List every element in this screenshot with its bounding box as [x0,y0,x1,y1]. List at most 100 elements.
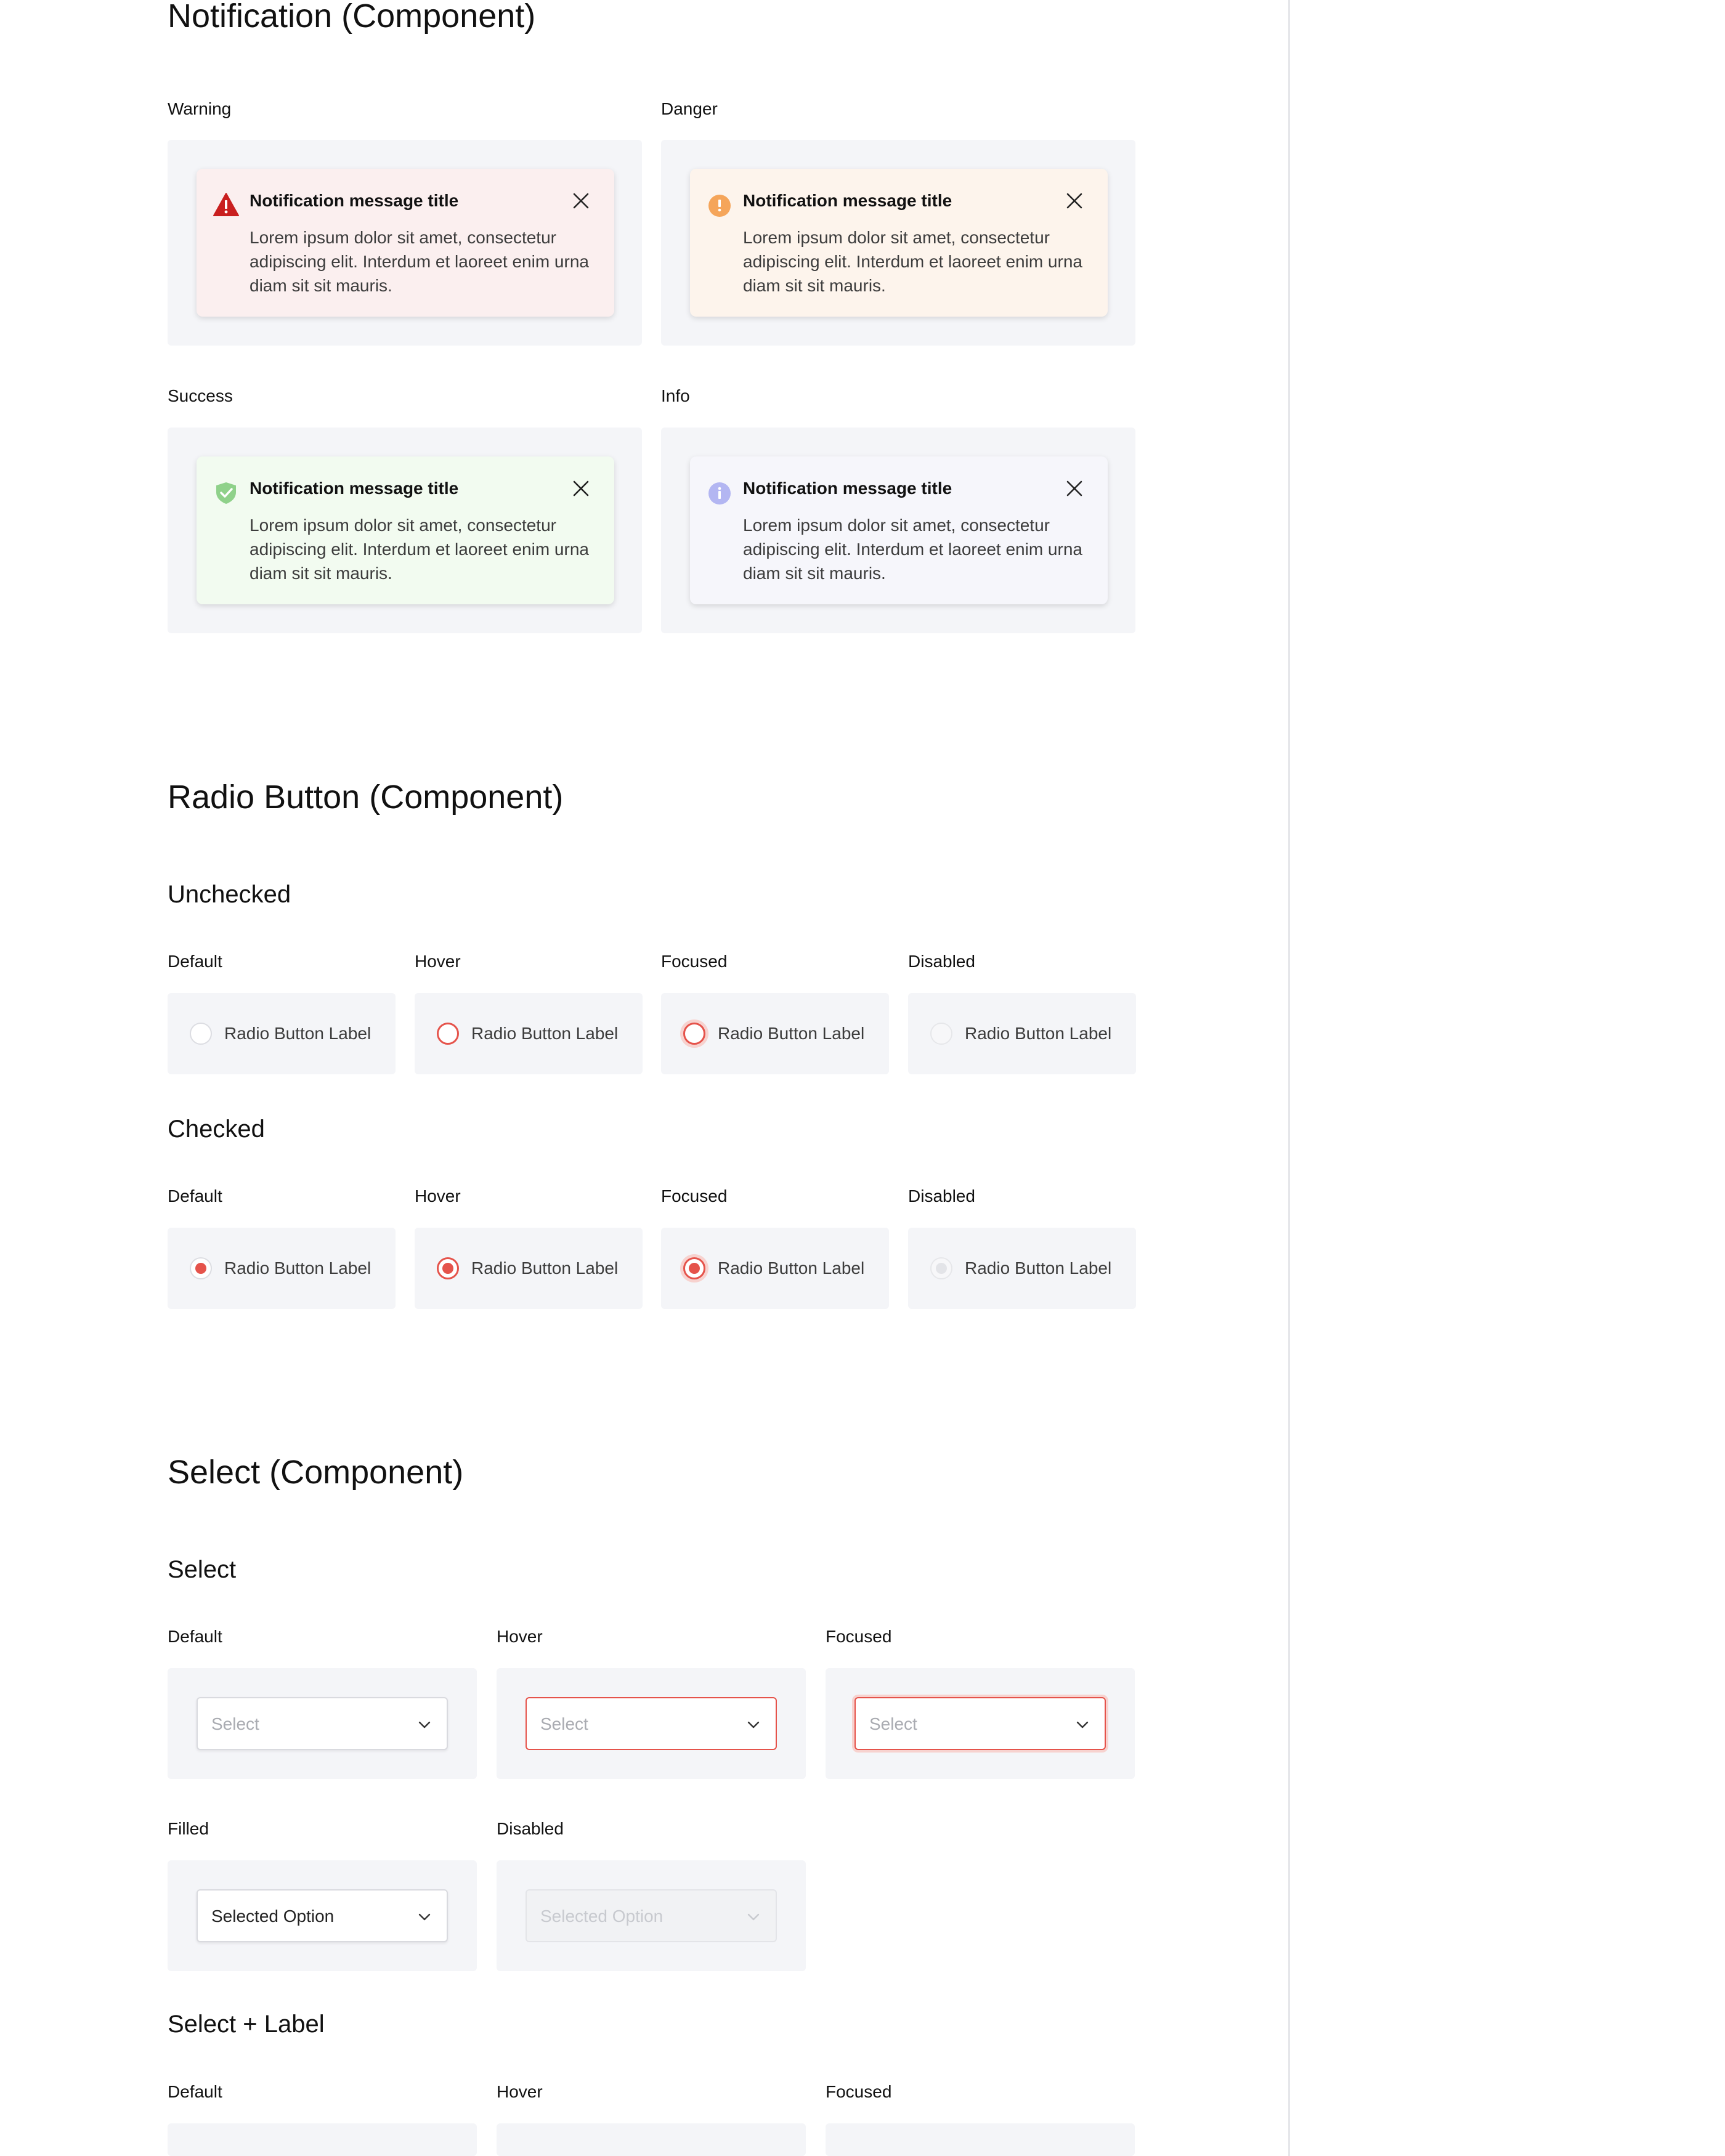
checked-title: Checked [168,1116,265,1143]
state-label: Hover [497,2082,543,2101]
state-label: Disabled [908,1186,975,1206]
select-label-hover-panel [497,2123,806,2156]
select-filled-panel: Selected Option [168,1860,477,1971]
radio-checked-disabled: Radio Button Label [908,1228,1136,1309]
select-value: Selected Option [540,1907,664,1926]
radio-checked-focused[interactable]: Radio Button Label [661,1228,889,1309]
radio-circle[interactable] [190,1257,212,1279]
select-dropdown: Selected Option [526,1889,777,1942]
select-placeholder: Select [211,1714,259,1733]
radio-dot [442,1263,453,1274]
close-icon[interactable] [1063,477,1086,500]
radio-unchecked-disabled: Radio Button Label [908,993,1136,1074]
state-label: Focused [661,1186,728,1206]
notification-title: Notification message title [250,191,459,210]
warning-triangle-icon [213,193,239,216]
chevron-down-icon [747,1721,760,1728]
select-label-focused-panel [826,2123,1135,2156]
danger-label: Danger [661,99,718,118]
notification-title: Notification message title [250,479,459,498]
radio-circle [930,1023,952,1045]
state-label: Focused [826,1627,892,1646]
shield-check-icon [216,482,236,504]
radio-heading: Radio Button (Component) [168,779,564,816]
radio-circle[interactable] [190,1023,212,1045]
select-dropdown[interactable]: Selected Option [197,1889,448,1942]
select-default-panel: Select [168,1668,477,1779]
info-notification: Notification message title Lorem ipsum d… [690,456,1108,604]
select-dropdown[interactable]: Select [526,1697,777,1750]
state-label: Focused [826,2082,892,2101]
state-label: Disabled [497,1819,564,1838]
radio-circle[interactable] [683,1257,705,1279]
radio-circle[interactable] [437,1023,459,1045]
state-label: Hover [415,1186,461,1206]
select-dropdown[interactable]: Select [197,1697,448,1750]
radio-label: Radio Button Label [471,1024,619,1043]
select-dropdown[interactable]: Select [854,1697,1106,1750]
info-label: Info [661,386,690,405]
danger-panel: Notification message title Lorem ipsum d… [661,140,1135,346]
page-divider [1288,0,1290,2156]
select-title: Select [168,1556,237,1583]
state-label: Default [168,952,222,971]
select-disabled-panel: Selected Option [497,1860,806,1971]
radio-label: Radio Button Label [471,1258,619,1278]
notification-title: Notification message title [743,479,952,498]
select-hover-panel: Select [497,1668,806,1779]
state-label: Default [168,2082,222,2101]
select-heading: Select (Component) [168,1454,464,1491]
select-focused-panel: Select [826,1668,1135,1779]
select-label-default-panel [168,2123,477,2156]
success-notification: Notification message title Lorem ipsum d… [197,456,614,604]
radio-checked-hover[interactable]: Radio Button Label [415,1228,643,1309]
unchecked-title: Unchecked [168,881,291,908]
state-label: Disabled [908,952,975,971]
radio-label: Radio Button Label [718,1258,865,1278]
success-label: Success [168,386,233,405]
radio-unchecked-hover[interactable]: Radio Button Label [415,993,643,1074]
radio-unchecked-focused[interactable]: Radio Button Label [661,993,889,1074]
select-placeholder: Select [869,1714,917,1733]
notification-message: Lorem ipsum dolor sit amet, consectetur … [743,228,1082,295]
chevron-down-icon [747,1913,760,1921]
notification-title: Notification message title [743,191,952,210]
state-label: Focused [661,952,728,971]
select-value: Selected Option [211,1907,335,1926]
notification-message: Lorem ipsum dolor sit amet, consectetur … [250,516,589,583]
select-label-title: Select + Label [168,2011,325,2038]
radio-label: Radio Button Label [965,1258,1112,1278]
chevron-down-icon [1076,1721,1089,1728]
close-icon[interactable] [570,190,592,212]
warning-panel: Notification message title Lorem ipsum d… [168,140,642,346]
chevron-down-icon [418,1913,431,1921]
radio-circle[interactable] [437,1257,459,1279]
exclamation-circle-icon [708,195,731,217]
radio-dot [936,1263,947,1274]
warning-label: Warning [168,99,232,118]
state-label: Filled [168,1819,209,1838]
radio-circle[interactable] [683,1023,705,1045]
radio-label: Radio Button Label [224,1258,371,1278]
radio-checked-default[interactable]: Radio Button Label [168,1228,396,1309]
warning-notification: Notification message title Lorem ipsum d… [197,169,614,317]
radio-unchecked-default[interactable]: Radio Button Label [168,993,396,1074]
notification-message: Lorem ipsum dolor sit amet, consectetur … [743,516,1082,583]
state-label: Hover [415,952,461,971]
notification-heading: Notification (Component) [168,0,536,34]
radio-label: Radio Button Label [965,1024,1112,1043]
select-placeholder: Select [540,1714,588,1733]
success-panel: Notification message title Lorem ipsum d… [168,428,642,633]
chevron-down-icon [418,1721,431,1728]
info-circle-icon [708,482,731,505]
danger-notification: Notification message title Lorem ipsum d… [690,169,1108,317]
radio-label: Radio Button Label [224,1024,371,1043]
close-icon[interactable] [570,477,592,500]
state-label: Default [168,1186,222,1206]
radio-circle [930,1257,952,1279]
radio-label: Radio Button Label [718,1024,865,1043]
radio-dot [689,1263,700,1274]
notification-message: Lorem ipsum dolor sit amet, consectetur … [250,228,589,295]
close-icon[interactable] [1063,190,1086,212]
state-label: Default [168,1627,222,1646]
